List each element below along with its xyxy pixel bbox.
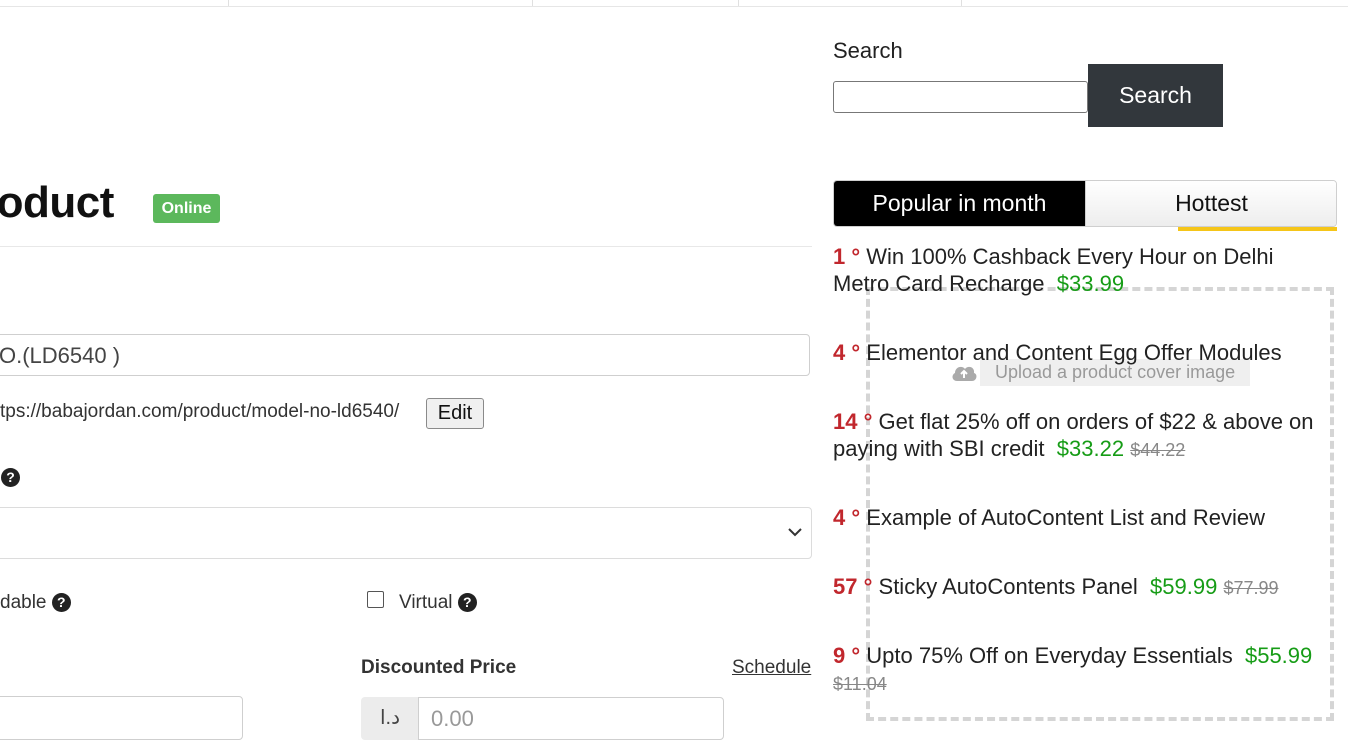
virtual-checkbox[interactable] — [367, 591, 384, 608]
deal-title[interactable]: Elementor and Content Egg Offer Modules — [866, 340, 1281, 365]
top-nav-strip — [0, 0, 1348, 7]
nav-separator — [738, 0, 739, 6]
degree-icon: ° — [845, 340, 867, 365]
chevron-down-icon — [788, 528, 802, 537]
degree-icon: ° — [857, 574, 879, 599]
tab-active-indicator — [1178, 227, 1337, 231]
tab-hottest[interactable]: Hottest — [1085, 181, 1336, 226]
tab-popular-in-month[interactable]: Popular in month — [834, 181, 1085, 226]
deal-item[interactable]: 9 ° Upto 75% Off on Everyday Essentials … — [833, 642, 1333, 698]
deal-rank: 1 — [833, 244, 846, 269]
deal-title[interactable]: Sticky AutoContents Panel — [879, 574, 1138, 599]
page-title: roduct — [0, 178, 114, 227]
question-circle-icon[interactable]: ? — [51, 593, 71, 613]
deal-item[interactable]: 1 ° Win 100% Cashback Every Hour on Delh… — [833, 243, 1333, 297]
deal-rank: 57 — [833, 574, 858, 599]
deal-old-price: $11.04 — [833, 674, 887, 694]
schedule-link[interactable]: Schedule — [732, 657, 811, 679]
deal-price: $59.99 — [1150, 574, 1218, 599]
deal-old-price: $44.22 — [1130, 440, 1186, 460]
deal-title[interactable]: Upto 75% Off on Everyday Essentials — [866, 643, 1232, 668]
deal-price: $55.99 — [1244, 643, 1313, 668]
currency-addon: د.ا — [361, 697, 419, 740]
discounted-price-input[interactable]: 0.00 — [418, 697, 724, 740]
question-circle-icon[interactable]: ? — [457, 593, 477, 613]
deal-rank: 9 — [833, 643, 846, 668]
search-label: Search — [833, 38, 903, 63]
nav-separator — [532, 0, 533, 6]
deal-title[interactable]: Win 100% Cashback Every Hour on Delhi Me… — [833, 244, 1273, 296]
product-type-select[interactable] — [0, 507, 812, 559]
product-name-input[interactable]: O.(LD6540 ) — [0, 334, 810, 376]
deal-item[interactable]: 4 ° Elementor and Content Egg Offer Modu… — [833, 339, 1333, 366]
deal-price: $33.22 — [1056, 436, 1125, 461]
degree-icon: ° — [845, 244, 867, 269]
deal-rank: 14 — [833, 409, 858, 434]
status-badge: Online — [153, 194, 220, 223]
deal-item[interactable]: 57 ° Sticky AutoContents Panel $59.99 $7… — [833, 573, 1333, 602]
divider — [0, 246, 812, 247]
virtual-label: Virtual — [399, 592, 453, 613]
deal-price: $33.99 — [1056, 271, 1125, 296]
deal-old-price: $77.99 — [1223, 578, 1279, 598]
deal-tabs: Popular in month Hottest — [833, 180, 1337, 227]
deal-title[interactable]: Example of AutoContent List and Review — [866, 505, 1265, 530]
deal-item[interactable]: 4 ° Example of AutoContent List and Revi… — [833, 504, 1333, 531]
virtual-option: Virtual ? — [399, 592, 477, 614]
degree-icon: ° — [857, 409, 879, 434]
degree-icon: ° — [845, 643, 867, 668]
edit-permalink-button[interactable]: Edit — [426, 398, 484, 429]
nav-separator — [961, 0, 962, 6]
search-button[interactable]: Search — [1088, 64, 1223, 127]
regular-price-input[interactable] — [0, 696, 243, 740]
degree-icon: ° — [845, 505, 867, 530]
deal-rank: 4 — [833, 340, 846, 365]
discounted-price-label: Discounted Price — [361, 657, 517, 678]
deal-item[interactable]: 14 ° Get flat 25% off on orders of $22 &… — [833, 408, 1333, 464]
deal-rank: 4 — [833, 505, 846, 530]
nav-separator — [228, 0, 229, 6]
question-circle-icon[interactable]: ? — [1, 468, 20, 487]
downloadable-label: dable — [0, 592, 47, 613]
downloadable-option[interactable]: dable ? — [0, 592, 71, 614]
search-input[interactable] — [833, 81, 1088, 113]
permalink-text: tps://babajordan.com/product/model-no-ld… — [0, 401, 400, 422]
